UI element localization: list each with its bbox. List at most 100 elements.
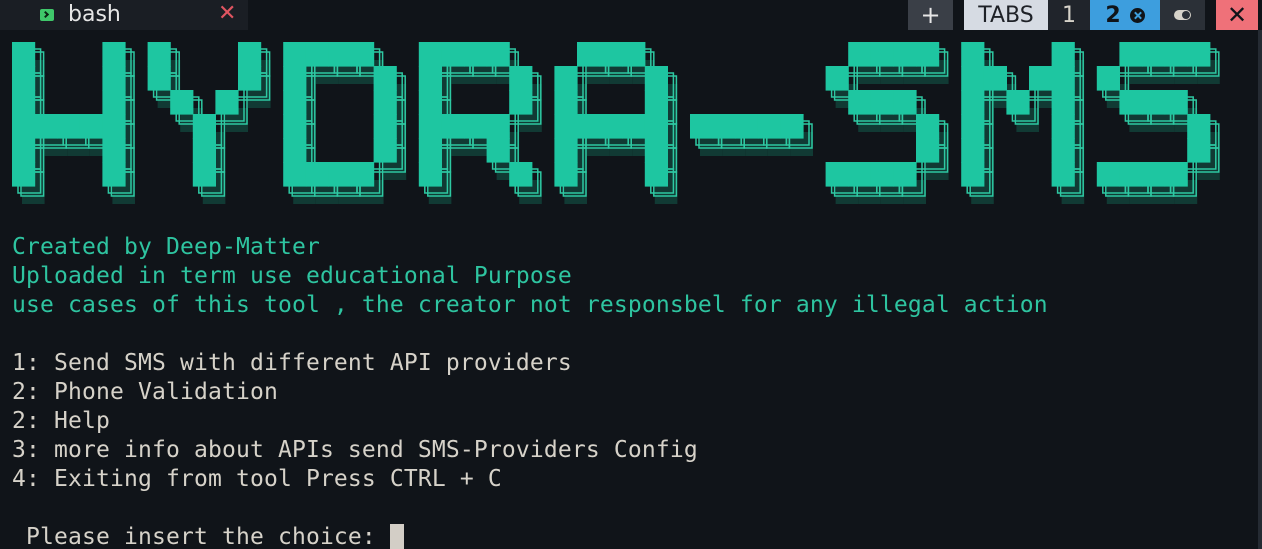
banner-letter-block	[1051, 138, 1075, 163]
tab-bash[interactable]: bash ✕	[0, 0, 248, 30]
banner-letter-block	[1051, 90, 1075, 115]
banner-letter-block	[1164, 42, 1188, 67]
banner-letter-block	[283, 138, 307, 163]
banner-letter-block	[283, 114, 307, 139]
banner-letter-block	[644, 162, 668, 187]
banner-letter-block	[283, 162, 307, 187]
banner-letter-block	[825, 66, 849, 91]
banner-letter-block	[1119, 42, 1143, 67]
banner-letter-block	[1187, 42, 1211, 67]
toggle-icon	[1174, 10, 1191, 20]
banner-letter-block	[893, 42, 917, 67]
tab-2-button[interactable]: 2	[1090, 0, 1160, 30]
close-tab-icon[interactable]: ✕	[218, 1, 236, 26]
banner-letter-block	[509, 162, 533, 187]
banner-letter-block	[554, 66, 578, 91]
banner-letter-block	[486, 138, 510, 163]
banner-letter-block	[1164, 162, 1188, 187]
banner-letter-block	[351, 42, 375, 67]
close-window-button[interactable]: ✕	[1216, 0, 1258, 30]
banner-letter-block	[305, 42, 329, 67]
banner-letter-block	[509, 90, 533, 115]
tab-1-button[interactable]: 1	[1048, 0, 1090, 30]
menu-option-3: 2: Help	[12, 408, 110, 434]
banner-letter-block	[1051, 42, 1075, 67]
prompt-text: Please insert the choice:	[12, 524, 390, 549]
banner-letter-block	[373, 66, 397, 91]
banner-letter-block	[102, 138, 126, 163]
banner-letter-block	[57, 114, 81, 139]
banner-letter-block	[577, 114, 601, 139]
banner-letter-block	[12, 42, 36, 67]
banner-letter-block	[238, 42, 262, 67]
banner-letter-block	[283, 90, 307, 115]
banner-letter-block	[283, 42, 307, 67]
banner-letter-block	[418, 138, 442, 163]
banner-letter-block	[870, 90, 894, 115]
new-tab-button[interactable]: +	[908, 0, 953, 30]
banner-letter-block	[192, 162, 216, 187]
banner-letter-block	[712, 114, 736, 139]
banner-letter-block	[418, 66, 442, 91]
banner-letter-block	[644, 138, 668, 163]
banner-letter-block	[848, 42, 872, 67]
intro-line-3: use cases of this tool , the creator not…	[12, 292, 1048, 318]
banner-letter-block	[599, 42, 623, 67]
banner-letter-block	[12, 162, 36, 187]
banner-letter-block	[486, 114, 510, 139]
menu-option-4: 3: more info about APIs send SMS-Provide…	[12, 437, 698, 463]
toggle-button[interactable]	[1160, 0, 1205, 30]
banner-letter-block	[283, 66, 307, 91]
tab-label: bash	[68, 2, 121, 27]
banner-letter-block	[509, 66, 533, 91]
banner-letter-block	[983, 66, 1007, 91]
banner-letter-block	[735, 114, 759, 139]
banner-letter-block	[441, 42, 465, 67]
banner-letter-block	[192, 114, 216, 139]
banner-letter-block	[147, 66, 171, 91]
banner-letter-block	[780, 114, 804, 139]
banner-letter-block	[577, 42, 601, 67]
banner-letter-block	[870, 42, 894, 67]
banner-letter-block	[418, 162, 442, 187]
banner-art	[12, 42, 1220, 204]
banner-letter-block	[328, 42, 352, 67]
text-cursor[interactable]	[389, 524, 404, 549]
menu-option-2: 2: Phone Validation	[12, 379, 278, 405]
banner-letter-block	[916, 138, 940, 163]
banner-letter-block	[486, 42, 510, 67]
close-circle-icon[interactable]	[1129, 7, 1145, 23]
banner-letter-block	[1096, 66, 1120, 91]
banner-letter-block	[418, 42, 442, 67]
banner-letter-block	[373, 138, 397, 163]
menu-option-1: 1: Send SMS with different API providers	[12, 350, 572, 376]
banner-letter-block	[916, 114, 940, 139]
banner-letter-block	[12, 90, 36, 115]
banner-letter-block	[622, 42, 646, 67]
banner-letter-block	[961, 138, 985, 163]
banner-letter-block	[102, 90, 126, 115]
banner-letter-block	[848, 162, 872, 187]
banner-letter-block	[622, 114, 646, 139]
banner-letter-block	[916, 42, 940, 67]
scrollbar[interactable]	[1258, 30, 1262, 549]
banner-letter-block	[961, 114, 985, 139]
banner-letter-block	[170, 90, 194, 115]
banner-letter-block	[102, 114, 126, 139]
banner-letter-block	[893, 90, 917, 115]
banner-letter-block	[1142, 162, 1166, 187]
tabs-mode-button[interactable]: TABS	[964, 0, 1048, 30]
banner-letter-block	[554, 90, 578, 115]
banner-letter-block	[825, 162, 849, 187]
banner-letter-block	[12, 114, 36, 139]
banner-letter-block	[1164, 90, 1188, 115]
intro-line-2: Uploaded in term use educational Purpose	[12, 263, 572, 289]
banner-letter-block	[961, 42, 985, 67]
banner-letter-block	[1029, 66, 1053, 91]
banner-letter-block	[1006, 90, 1030, 115]
prompt-line[interactable]: Please insert the choice:	[12, 523, 404, 549]
banner-letter-block	[441, 114, 465, 139]
banner-letter-block	[1051, 114, 1075, 139]
tab-bar: bash ✕ + TABS 1 2 ✕	[0, 0, 1262, 30]
banner-letter-block	[12, 66, 36, 91]
